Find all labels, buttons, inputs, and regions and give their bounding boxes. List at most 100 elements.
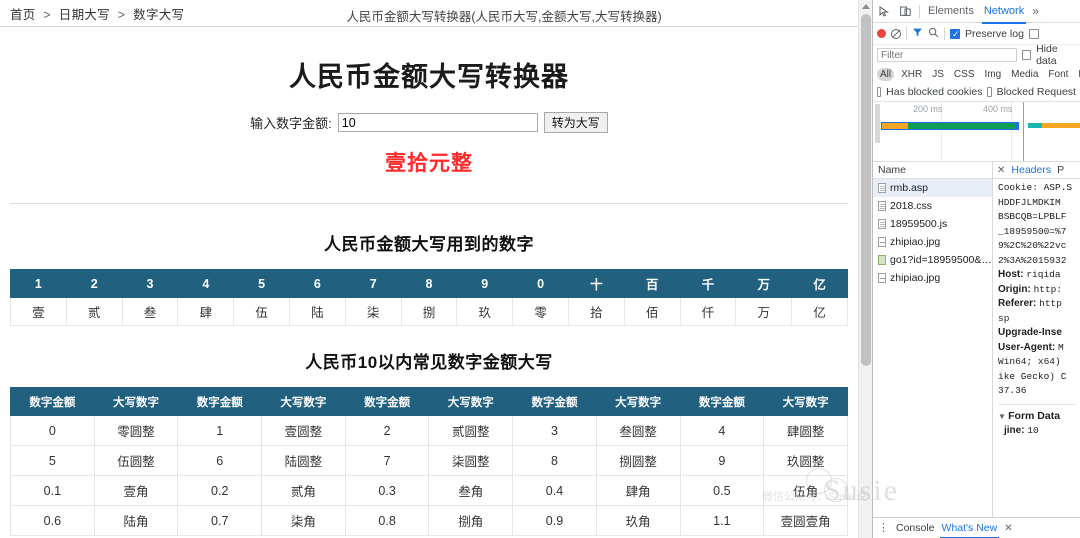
digits-value-cell-6: 柒	[344, 297, 402, 326]
digits-header-cell-9: 0	[512, 269, 569, 298]
type-filter-img[interactable]: Img	[981, 68, 1004, 81]
header-key: Upgrade-Inse	[998, 327, 1062, 338]
drawer-close-icon[interactable]: ✕	[1004, 523, 1012, 534]
clear-icon[interactable]	[891, 28, 901, 39]
header-line: Host: riqida	[998, 268, 1076, 283]
common-cell-1-4: 7	[344, 445, 430, 476]
device-toggle-icon[interactable]	[898, 4, 913, 19]
digits-header-cell-7: 8	[400, 269, 458, 298]
common-cell-3-9: 壹圆壹角	[763, 505, 848, 536]
type-filter-media[interactable]: Media	[1008, 68, 1041, 81]
form-data-entry: jine: 10	[998, 424, 1076, 439]
digits-value-cell-3: 肆	[177, 297, 235, 326]
timeline-left-handle[interactable]	[875, 104, 880, 143]
form-data-value: 10	[1027, 425, 1039, 436]
common-cell-3-1: 陆角	[93, 505, 179, 536]
record-icon[interactable]	[877, 29, 886, 38]
type-filter-xhr[interactable]: XHR	[898, 68, 925, 81]
type-filter-css[interactable]: CSS	[951, 68, 978, 81]
request-row[interactable]: zhipiao.jpg	[873, 233, 992, 251]
request-row[interactable]: 18959500.js	[873, 215, 992, 233]
section-title-common: 人民币10以内常见数字金额大写	[305, 353, 553, 372]
digits-header-cell-1: 2	[65, 269, 123, 298]
page-scrollbar[interactable]	[858, 0, 872, 538]
amount-input[interactable]	[337, 113, 538, 132]
digits-value-cell-2: 叁	[121, 297, 179, 326]
digits-value-cell-7: 捌	[400, 297, 458, 326]
convert-button[interactable]: 转为大写	[543, 112, 608, 133]
drawer-tab-whats-new[interactable]: What's New	[939, 522, 999, 538]
request-row[interactable]: 2018.css	[873, 197, 992, 215]
hide-data-urls-checkbox[interactable]	[1022, 50, 1032, 60]
has-blocked-cookies-label: Has blocked cookies	[886, 86, 983, 98]
common-cell-0-0: 0	[10, 415, 95, 446]
form-data-key: jine:	[1004, 425, 1028, 436]
common-header-cell-4: 数字金额	[344, 387, 430, 416]
digits-value-cell-10: 拾	[567, 297, 625, 326]
digits-value-cell-12: 仟	[679, 297, 737, 326]
tab-headers[interactable]: Headers	[1011, 164, 1051, 176]
timeline-playhead[interactable]	[1023, 102, 1024, 161]
filter-input[interactable]	[877, 48, 1017, 62]
type-filter-doc[interactable]: Doc	[1075, 68, 1080, 81]
common-cell-1-8: 9	[679, 445, 765, 476]
toolbar-divider	[906, 27, 907, 40]
conversion-result: 壹拾元整	[385, 152, 473, 175]
common-amounts-table: 数字金额 大写数字 数字金额 大写数字 数字金额 大写数字 数字金额 大写数字 数字金额 大写数字…	[10, 387, 848, 536]
disable-cache-checkbox[interactable]	[1028, 28, 1039, 39]
table-body: 0 零圆整 1 壹圆整 2 贰圆整 3 叁圆整 4 肆圆整 5 伍圆整 6 陆圆整 7 柒圆整 8 捌圆整 9 玖圆整…	[10, 415, 848, 536]
network-timeline-overview[interactable]: 200 ms 400 ms	[873, 102, 1080, 162]
request-row[interactable]: rmb.asp	[873, 179, 992, 197]
header-line: Origin: http:	[998, 283, 1076, 298]
common-cell-2-3: 贰角	[261, 475, 346, 506]
request-row[interactable]: go1?id=18959500&…	[873, 251, 992, 269]
request-row[interactable]: zhipiao.jpg	[873, 269, 992, 287]
common-cell-0-9: 肆圆整	[763, 415, 848, 446]
request-name: zhipiao.jpg	[890, 272, 941, 284]
scroll-up-icon[interactable]	[862, 4, 870, 9]
request-list-column-header[interactable]: Name	[873, 162, 992, 179]
document-title: 人民币金额大写转换器(人民币大写,金额大写,大写转换器)	[346, 10, 662, 24]
digits-table: 1234567890十百千万亿 壹贰叁肆伍陆柒捌玖零拾佰仟万亿	[10, 269, 848, 326]
common-cell-1-5: 柒圆整	[428, 445, 514, 476]
more-options-icon[interactable]: ⋮	[878, 523, 889, 534]
table-row: 壹贰叁肆伍陆柒捌玖零拾佰仟万亿	[10, 297, 848, 326]
header-value: sp	[998, 312, 1010, 324]
amount-input-label: 输入数字金额:	[250, 116, 332, 131]
tab-network[interactable]: Network	[981, 2, 1027, 24]
cursor-inspect-icon[interactable]	[877, 4, 892, 19]
header-key: Host:	[998, 269, 1027, 280]
digits-header-cell-14: 亿	[791, 269, 848, 298]
request-name: 18959500.js	[890, 218, 948, 230]
search-icon[interactable]	[928, 27, 939, 41]
digits-header-cell-6: 7	[344, 269, 402, 298]
has-blocked-cookies-checkbox[interactable]	[877, 87, 882, 97]
common-cell-0-1: 零圆整	[93, 415, 179, 446]
drawer-tab-console[interactable]: Console	[896, 522, 935, 534]
common-cell-1-6: 8	[512, 445, 597, 476]
caret-down-icon[interactable]: ▼	[998, 412, 1008, 421]
digits-header-cell-10: 十	[567, 269, 625, 298]
header-value: Win64; x64)	[998, 356, 1061, 367]
tab-elements[interactable]: Elements	[926, 2, 976, 20]
request-headers-content: Cookie: ASP.S HDDFJLMDKIM BSBCQB=LPBLF _189…	[993, 179, 1080, 517]
blocking-filters-row: Has blocked cookies Blocked Request	[873, 83, 1080, 102]
type-filter-all[interactable]: All	[877, 67, 895, 81]
preserve-log-checkbox[interactable]	[950, 28, 960, 39]
tab-preview[interactable]: P	[1057, 164, 1064, 176]
table-row: 0.6 陆角 0.7 柒角 0.8 捌角 0.9 玖角 1.1 壹圆壹角	[10, 505, 848, 536]
common-header-cell-6: 数字金额	[512, 387, 597, 416]
header-line: BSBCQB=LPBLF	[998, 211, 1067, 222]
type-filter-js[interactable]: JS	[929, 68, 947, 81]
blocked-requests-checkbox[interactable]	[987, 87, 992, 97]
request-details-pane: ✕ Headers P Cookie: ASP.S HDDFJLMDKIM BSBC…	[993, 162, 1080, 517]
scrollbar-thumb[interactable]	[861, 14, 871, 366]
form-data-section-header[interactable]: ▼ Form Data	[998, 403, 1076, 425]
hide-data-urls-label: Hide data	[1036, 43, 1058, 67]
tab-overflow-icon[interactable]: »	[1032, 4, 1039, 18]
type-filter-font[interactable]: Font	[1045, 68, 1071, 81]
close-icon[interactable]: ✕	[997, 165, 1005, 176]
network-split: Name rmb.asp 2018.css 18959500.js zhipiao.j…	[873, 162, 1080, 517]
filter-funnel-icon[interactable]	[912, 27, 923, 41]
digits-header-cell-13: 万	[735, 269, 793, 298]
